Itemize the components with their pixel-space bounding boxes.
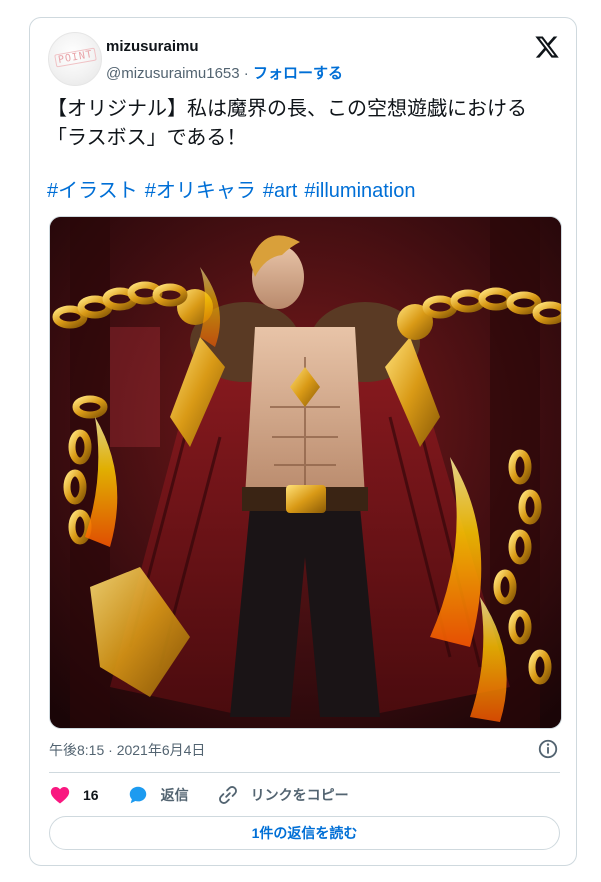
like-button[interactable]: 16 xyxy=(49,784,99,806)
hashtag-link[interactable]: #イラスト xyxy=(47,180,138,202)
tweet-timestamp[interactable]: 午後8:15 · 2021年6月4日 xyxy=(49,740,205,760)
reply-button[interactable]: 返信 xyxy=(127,784,189,806)
tweet-text: 【オリジナル】私は魔界の長、この空想遊戯における「ラスボス」である！ xyxy=(47,98,527,149)
heart-icon xyxy=(50,787,70,804)
read-replies-button[interactable]: 1件の返信を読む xyxy=(49,816,560,850)
like-count: 16 xyxy=(83,787,99,803)
copy-link-label: リンクをコピー xyxy=(250,787,349,803)
avatar[interactable]: POINT xyxy=(48,32,102,86)
x-logo-icon[interactable] xyxy=(534,34,560,60)
hashtag-link[interactable]: #illumination xyxy=(304,180,415,202)
action-bar: 16 返信 リンクをコピー xyxy=(49,782,377,808)
tweet-image[interactable] xyxy=(49,216,562,729)
avatar-stamp-text: POINT xyxy=(54,47,97,68)
info-icon[interactable] xyxy=(537,738,559,760)
handle-separator: · xyxy=(239,65,253,82)
hashtag-list: #イラスト #オリキャラ #art #illumination xyxy=(47,177,423,205)
reply-bubble-icon xyxy=(129,786,146,804)
follow-link[interactable]: フォローする xyxy=(253,65,343,82)
author-handle[interactable]: @mizusuraimu1653 xyxy=(106,65,240,82)
copy-link-button[interactable]: リンクをコピー xyxy=(217,784,349,806)
author-handle-line: @mizusuraimu1653 · フォローする xyxy=(106,62,343,83)
tweet-card: POINT mizusuraimu @mizusuraimu1653 · フォロ… xyxy=(29,17,577,866)
hashtag-link[interactable]: #オリキャラ xyxy=(145,180,256,202)
divider xyxy=(49,772,560,773)
link-icon xyxy=(218,786,237,804)
illustration-artwork xyxy=(50,217,561,728)
author-display-name[interactable]: mizusuraimu xyxy=(106,38,199,55)
reply-label: 返信 xyxy=(160,787,189,803)
hashtag-link[interactable]: #art xyxy=(263,180,297,202)
